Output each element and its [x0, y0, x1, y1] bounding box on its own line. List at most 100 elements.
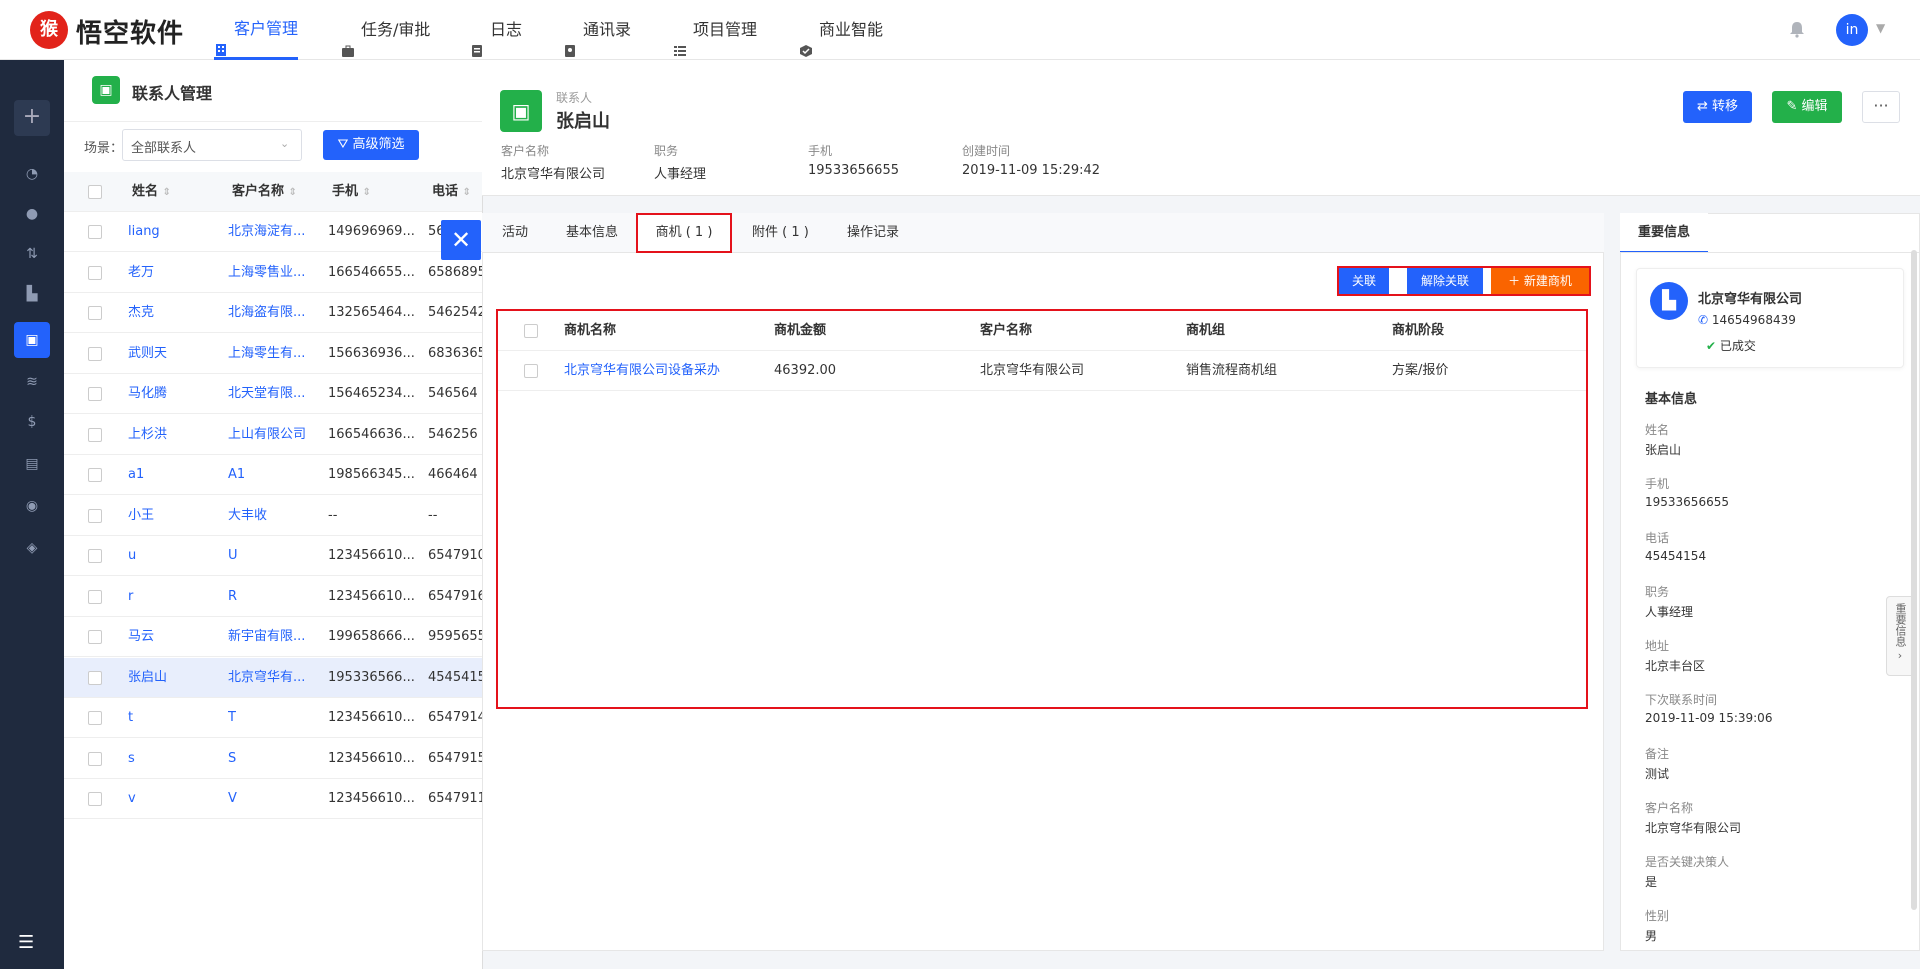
contact-name-link[interactable]: liang	[128, 212, 224, 252]
table-row[interactable]: 马云 新宇宙有限... 199658666... 9595655	[64, 617, 484, 657]
nav-business-intelligence[interactable]: 商业智能	[799, 0, 883, 60]
info-scrollbar[interactable]	[1911, 250, 1917, 910]
invoice-icon[interactable]: ▤	[14, 446, 50, 482]
tab-important-info[interactable]: 重要信息	[1620, 213, 1708, 253]
leads-icon[interactable]: ⇅	[14, 236, 50, 272]
user-avatar[interactable]: in	[1836, 14, 1868, 46]
sort-icon[interactable]: ⇕	[463, 187, 471, 198]
more-button[interactable]: ···	[1862, 91, 1900, 123]
row-checkbox[interactable]	[88, 589, 102, 604]
customer-name-link[interactable]: 上山有限公司	[228, 415, 324, 455]
row-checkbox[interactable]	[88, 306, 102, 320]
customer-name-link[interactable]: 新宇宙有限...	[228, 617, 324, 657]
contact-name-link[interactable]: u	[128, 536, 224, 576]
contact-name-link[interactable]: 老万	[128, 253, 224, 293]
row-checkbox[interactable]	[88, 711, 102, 725]
sort-icon[interactable]: ⇕	[363, 187, 371, 198]
sidebar-toggle-icon[interactable]: ☰	[18, 932, 34, 953]
row-checkbox[interactable]	[88, 468, 102, 482]
opportunity-icon[interactable]: ≋	[14, 364, 50, 400]
customer-name-link[interactable]: 北京穹华有...	[228, 658, 324, 698]
row-checkbox[interactable]	[88, 508, 102, 523]
customer-name-link[interactable]: U	[228, 536, 324, 576]
nav-log[interactable]: 日志	[470, 0, 522, 60]
company-name[interactable]: 北京穹华有限公司	[1698, 288, 1802, 307]
transfer-button[interactable]: ⇄ 转移	[1683, 91, 1752, 123]
column-header-mobile[interactable]: 手机 ⇕	[332, 172, 371, 212]
table-row[interactable]: 杰克 北海盗有限... 132565464... 5462542	[64, 293, 484, 333]
column-header-phone[interactable]: 电话 ⇕	[432, 172, 471, 212]
contract-icon[interactable]: $	[14, 404, 50, 440]
customer-name-link[interactable]: V	[228, 779, 324, 819]
chat-icon[interactable]: ●	[14, 196, 50, 232]
tab-basic-info[interactable]: 基本信息	[566, 213, 618, 253]
important-info-side-toggle[interactable]: 重要信息 ›	[1886, 596, 1914, 676]
tab-attachments[interactable]: 附件 ( 1 )	[752, 213, 809, 253]
advanced-filter-button[interactable]: ⛛ 高级筛选	[323, 130, 419, 160]
new-opportunity-button[interactable]: ＋ 新建商机	[1491, 268, 1589, 294]
row-checkbox[interactable]	[88, 225, 102, 239]
row-checkbox[interactable]	[88, 630, 102, 644]
edit-button[interactable]: ✎ 编辑	[1772, 91, 1842, 123]
contact-name-link[interactable]: 马化腾	[128, 374, 224, 414]
dashboard-icon[interactable]: ◔	[14, 156, 50, 192]
scene-select[interactable]: 全部联系人	[122, 129, 302, 161]
row-checkbox[interactable]	[88, 346, 102, 361]
contact-name-link[interactable]: 小王	[128, 496, 224, 536]
sort-icon[interactable]: ⇕	[289, 187, 297, 198]
contacts-icon[interactable]: ▣	[14, 322, 50, 358]
row-checkbox[interactable]	[88, 387, 102, 401]
contact-name-link[interactable]: a1	[128, 455, 224, 495]
customer-name-link[interactable]: 北天堂有限...	[228, 374, 324, 414]
table-row[interactable]: 上杉洪 上山有限公司 166546636... 546256	[64, 415, 484, 455]
customer-name-link[interactable]: 上海零售业...	[228, 253, 324, 293]
contact-name-link[interactable]: 张启山	[128, 658, 224, 698]
caret-down-icon[interactable]: ▼	[1876, 21, 1885, 35]
table-row[interactable]: 北京穹华有限公司设备采办 46392.00 北京穹华有限公司 销售流程商机组 方…	[498, 351, 1586, 391]
customer-name-link[interactable]: T	[228, 698, 324, 738]
payment-icon[interactable]: ◉	[14, 488, 50, 524]
customer-name-link[interactable]: R	[228, 577, 324, 617]
table-row[interactable]: 老万 上海零售业... 166546655... 6586895	[64, 253, 484, 293]
contact-name-link[interactable]: 上杉洪	[128, 415, 224, 455]
row-checkbox[interactable]	[524, 364, 538, 378]
customer-name-link[interactable]: A1	[228, 455, 324, 495]
contact-name-link[interactable]: s	[128, 739, 224, 779]
contact-name-link[interactable]: 马云	[128, 617, 224, 657]
nav-project-management[interactable]: 项目管理	[673, 0, 757, 60]
close-detail-button[interactable]: ✕	[441, 220, 481, 260]
nav-contacts[interactable]: 通讯录	[563, 0, 631, 60]
tab-opportunities[interactable]: 商机 ( 1 )	[636, 213, 732, 253]
contact-name-link[interactable]: r	[128, 577, 224, 617]
column-header-name[interactable]: 姓名 ⇕	[132, 172, 171, 212]
select-all-checkbox[interactable]	[88, 185, 102, 199]
customer-name-link[interactable]: 北海盗有限...	[228, 293, 324, 333]
table-row[interactable]: u U 123456610... 6547910	[64, 536, 484, 576]
contact-name-link[interactable]: v	[128, 779, 224, 819]
customer-name-link[interactable]: 大丰收	[228, 496, 324, 536]
product-icon[interactable]: ◈	[14, 530, 50, 566]
customer-name-link[interactable]: 上海零生有...	[228, 334, 324, 374]
table-row[interactable]: r R 123456610... 6547916	[64, 577, 484, 617]
column-header-customer[interactable]: 客户名称 ⇕	[232, 172, 297, 212]
link-button[interactable]: 关联	[1339, 268, 1389, 294]
select-all-checkbox[interactable]	[524, 324, 538, 338]
nav-tasks-approval[interactable]: 任务/审批	[341, 0, 430, 60]
customer-icon[interactable]: ▙	[14, 276, 50, 312]
row-checkbox[interactable]	[88, 670, 102, 685]
tab-activity[interactable]: 活动	[502, 213, 528, 253]
table-row[interactable]: liang 北京海淀有... 149696969... 56	[64, 212, 484, 252]
bell-icon[interactable]	[1788, 20, 1806, 38]
row-checkbox[interactable]	[88, 549, 102, 563]
table-row[interactable]: 武则天 上海零生有... 156636936... 6836365	[64, 334, 484, 374]
opportunity-name-link[interactable]: 北京穹华有限公司设备采办	[564, 351, 720, 391]
sort-icon[interactable]: ⇕	[163, 187, 171, 198]
contact-name-link[interactable]: 杰克	[128, 293, 224, 333]
row-checkbox[interactable]	[88, 751, 102, 766]
contact-name-link[interactable]: 武则天	[128, 334, 224, 374]
row-checkbox[interactable]	[88, 792, 102, 806]
tab-operation-log[interactable]: 操作记录	[847, 213, 899, 253]
table-row[interactable]: a1 A1 198566345... 466464	[64, 455, 484, 495]
customer-name-link[interactable]: S	[228, 739, 324, 779]
row-checkbox[interactable]	[88, 427, 102, 442]
